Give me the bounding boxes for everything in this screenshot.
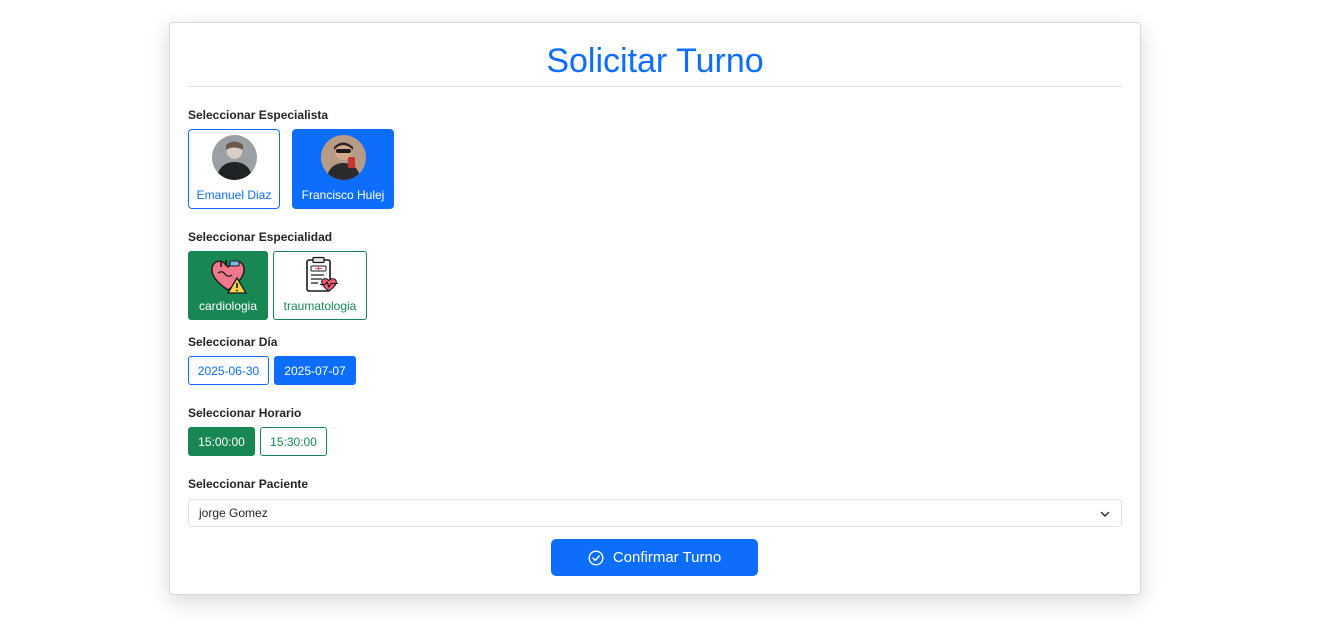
horario-option-1500[interactable]: 15:00:00 <box>188 427 255 456</box>
paciente-selected-value: jorge Gomez <box>199 506 268 520</box>
avatar <box>211 135 257 180</box>
solicitar-turno-card: Solicitar Turno Seleccionar Especialista… <box>169 22 1141 595</box>
horario-label: Seleccionar Horario <box>188 406 302 420</box>
clipboard-heartbeat-icon <box>306 256 338 292</box>
especialista-name: Francisco Hulej <box>301 188 385 202</box>
especialista-label: Seleccionar Especialista <box>188 108 329 122</box>
avatar <box>320 135 366 180</box>
horario-option-1530[interactable]: 15:30:00 <box>260 427 327 456</box>
title-divider <box>188 86 1122 87</box>
page-title: Solicitar Turno <box>546 42 764 80</box>
especialista-name: Emanuel Diaz <box>196 188 272 202</box>
paciente-select[interactable]: jorge Gomez <box>188 499 1122 527</box>
especialidad-card-cardiologia[interactable]: cardiologia <box>188 251 268 320</box>
especialidad-label: Seleccionar Especialidad <box>188 230 333 244</box>
especialidad-card-traumatologia[interactable]: traumatologia <box>273 251 367 320</box>
paciente-label: Seleccionar Paciente <box>188 477 309 491</box>
confirmar-turno-label: Confirmar Turno <box>612 549 722 566</box>
check-circle-icon <box>588 549 604 566</box>
especialista-card-emanuel-diaz[interactable]: Emanuel Diaz <box>188 129 280 209</box>
dia-option-2025-06-30[interactable]: 2025-06-30 <box>188 356 269 385</box>
dia-option-2025-07-07[interactable]: 2025-07-07 <box>274 356 356 385</box>
dia-label: Seleccionar Día <box>188 335 278 349</box>
heart-warning-icon <box>211 260 248 294</box>
chevron-down-icon <box>1100 511 1110 517</box>
especialidad-name: traumatologia <box>283 299 357 313</box>
especialista-card-francisco-hulej[interactable]: Francisco Hulej <box>292 129 394 209</box>
confirmar-turno-button[interactable]: Confirmar Turno <box>551 539 758 576</box>
especialidad-name: cardiologia <box>198 299 258 313</box>
